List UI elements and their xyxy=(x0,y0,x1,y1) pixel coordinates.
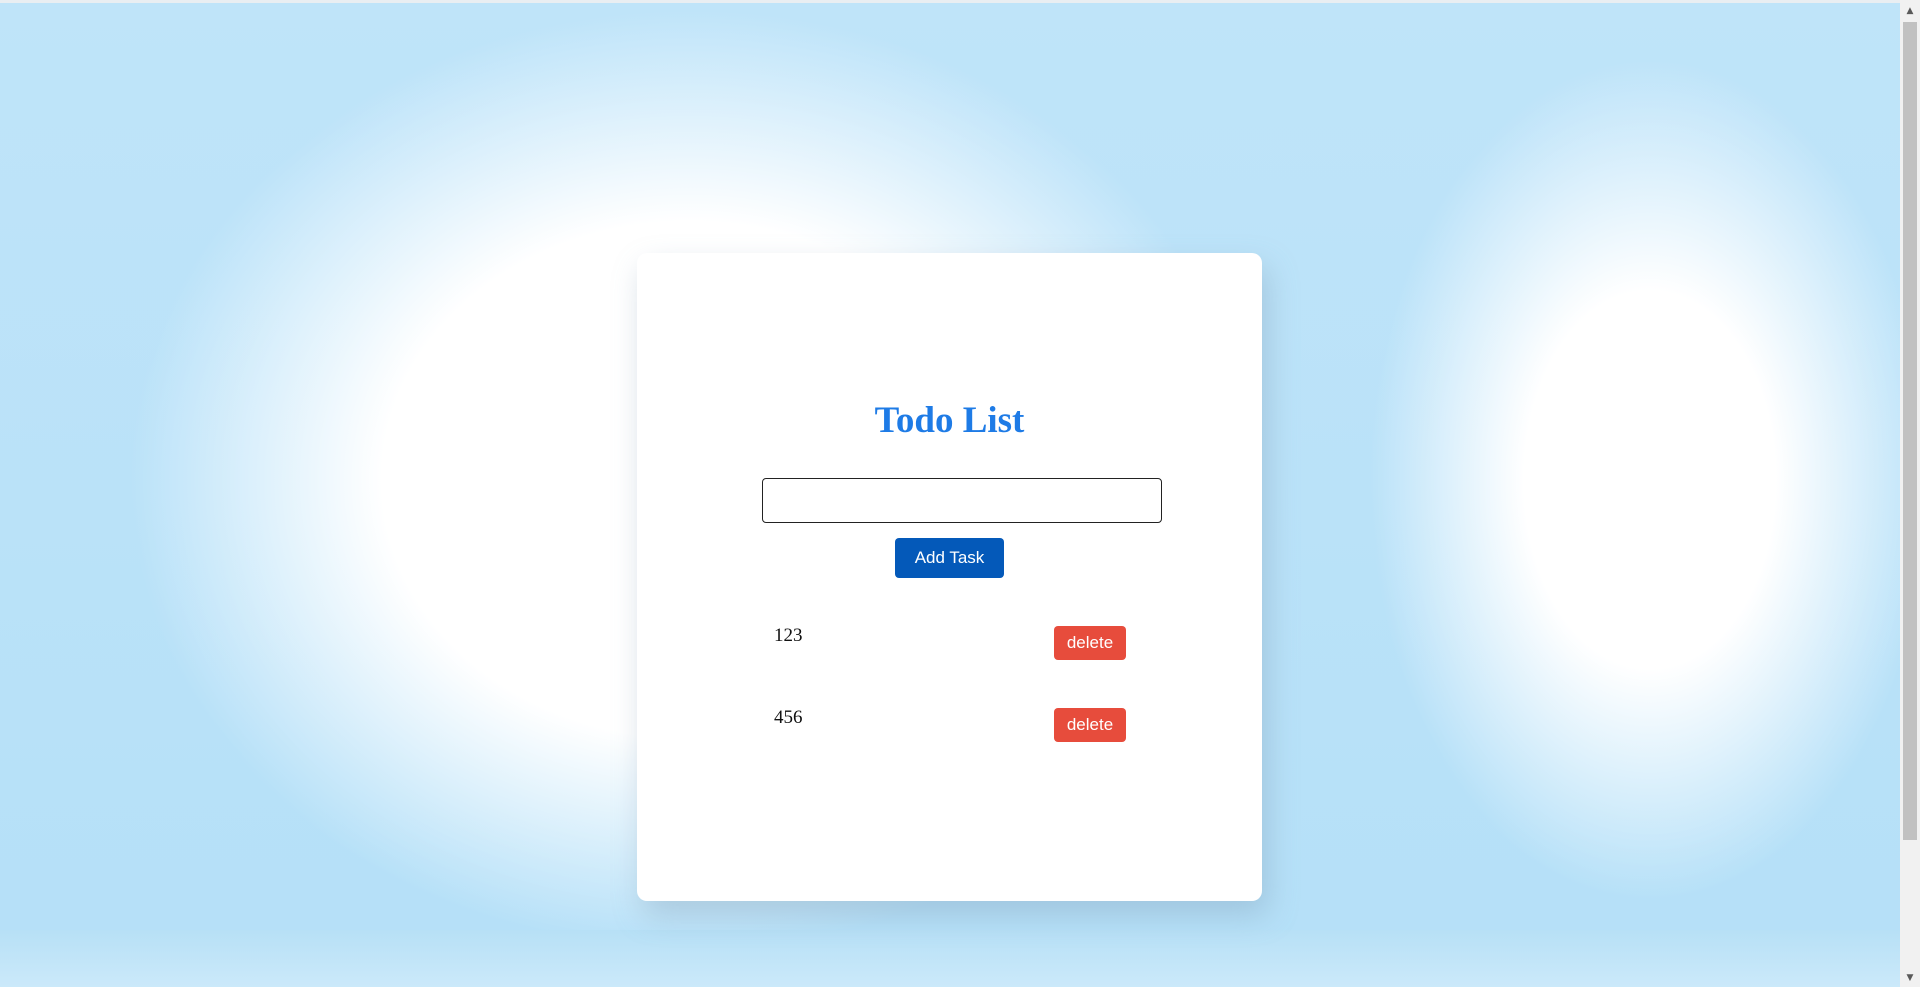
task-item: 456 delete xyxy=(774,706,1126,742)
background-bottom-band xyxy=(0,930,1900,987)
delete-task-button[interactable]: delete xyxy=(1054,626,1126,660)
task-text: 123 xyxy=(774,625,803,646)
top-edge-strip xyxy=(0,0,1920,3)
todo-card: Todo List Add Task 123 delete 456 delete xyxy=(637,253,1262,901)
vertical-scrollbar[interactable]: ▲ ▼ xyxy=(1900,0,1920,987)
delete-task-button[interactable]: delete xyxy=(1054,708,1126,742)
task-input[interactable] xyxy=(762,478,1162,523)
task-text: 456 xyxy=(774,707,803,728)
scroll-down-arrow-icon[interactable]: ▼ xyxy=(1900,970,1920,987)
scrollbar-thumb[interactable] xyxy=(1903,22,1917,840)
task-item: 123 delete xyxy=(774,624,1126,660)
scroll-up-arrow-icon[interactable]: ▲ xyxy=(1900,3,1920,20)
add-task-button[interactable]: Add Task xyxy=(895,538,1004,578)
page-title: Todo List xyxy=(874,400,1025,441)
